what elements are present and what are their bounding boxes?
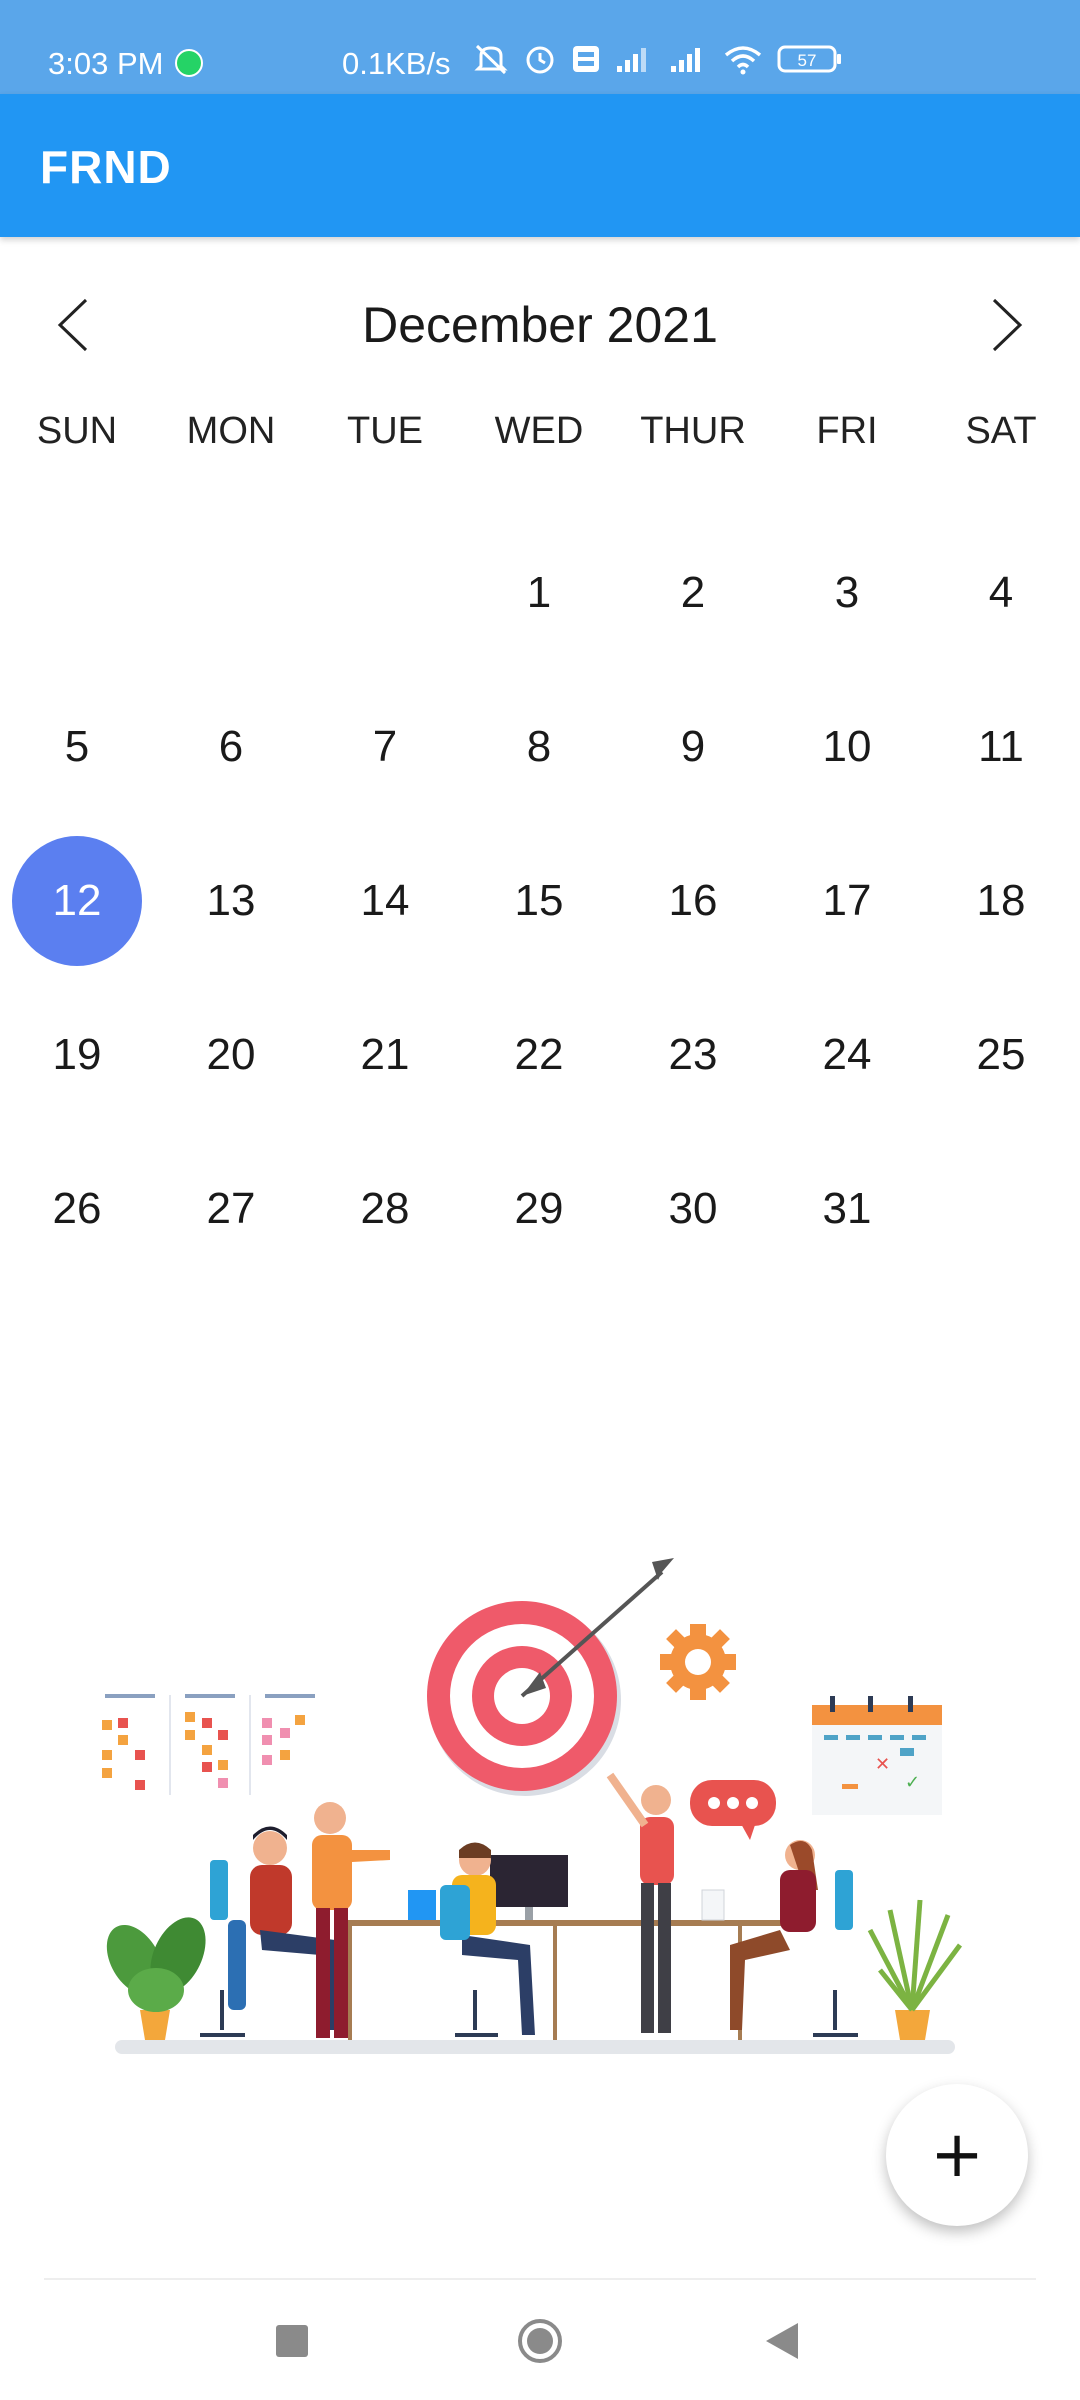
calendar-day[interactable]: 26 [12,1144,142,1274]
next-month-button[interactable] [970,290,1040,360]
speech-bubble-illustration [690,1780,776,1840]
calendar-day[interactable]: 25 [936,990,1066,1120]
calendar-day[interactable]: 28 [320,1144,450,1274]
weekday-label: MON [186,410,276,452]
calendar-day[interactable]: 17 [782,836,912,966]
calendar-day[interactable]: 2 [628,528,758,658]
gear-illustration [660,1624,736,1700]
status-icons: 57 [473,42,843,76]
calendar-day[interactable]: 5 [12,682,142,812]
back-icon [766,2323,798,2359]
calendar-day[interactable]: 15 [474,836,604,966]
svg-text:✕: ✕ [875,1754,890,1775]
calendar-day[interactable]: 3 [782,528,912,658]
status-time: 3:03 PM [48,46,164,81]
network-speed: 0.1KB/s [342,46,451,81]
alarm-icon [526,46,554,74]
calendar-day[interactable]: 8 [474,682,604,812]
home-icon [518,2319,562,2363]
svg-text:✓: ✓ [905,1772,920,1793]
plant-right-illustration [867,1899,963,2040]
battery-icon: 57 [777,45,841,73]
battery-level: 57 [798,51,817,70]
calendar-day[interactable]: 1 [474,528,604,658]
nav-divider [44,2278,1036,2280]
team-illustration: ✕ ✓ [102,1558,963,2054]
plant-left-illustration [106,1917,206,2040]
task-board-illustration [102,1694,315,1795]
whatsapp-icon [175,49,203,77]
calendar-day[interactable]: 14 [320,836,450,966]
calendar-day[interactable]: 18 [936,836,1066,966]
calendar-day[interactable]: 16 [628,836,758,966]
desk-illustration [340,1855,790,2040]
weekday-label: SUN [36,410,118,452]
signal-icon [671,48,700,72]
weekday-label: THUR [640,410,746,452]
calendar-day[interactable]: 23 [628,990,758,1120]
weekday-label: SAT [965,410,1037,452]
mute-icon [474,44,508,75]
calendar-day[interactable]: 19 [12,990,142,1120]
status-bar: 3:03 PM 0.1KB/s 57 [0,0,1080,94]
month-title: December 2021 [362,297,718,353]
calendar-day-selected[interactable]: 12 [12,836,142,966]
weekday-label: FRI [816,410,878,452]
weekday-label: TUE [347,410,423,452]
target-illustration [427,1558,674,1796]
recents-button[interactable] [257,2306,327,2376]
wifi-icon [724,46,762,75]
calendar-day[interactable]: 27 [166,1144,296,1274]
calendar-day[interactable]: 13 [166,836,296,966]
calendar-day[interactable]: 4 [936,528,1066,658]
calendar-day[interactable]: 6 [166,682,296,812]
calendar-day[interactable]: 31 [782,1144,912,1274]
calendar-day[interactable]: 30 [628,1144,758,1274]
calendar-day[interactable]: 21 [320,990,450,1120]
calendar-day[interactable]: 7 [320,682,450,812]
calendar-day[interactable]: 10 [782,682,912,812]
calendar-day[interactable]: 29 [474,1144,604,1274]
calendar-day[interactable]: 24 [782,990,912,1120]
app-title: FRND [40,141,172,193]
floor-illustration [115,2040,955,2054]
calendar-illustration: ✕ ✓ [812,1696,942,1815]
calendar-day[interactable]: 11 [936,682,1066,812]
calendar-day[interactable]: 9 [628,682,758,812]
calendar-day[interactable]: 20 [166,990,296,1120]
calendar-day[interactable]: 22 [474,990,604,1120]
back-button[interactable] [748,2306,818,2376]
signal-icon [617,48,646,72]
add-event-button[interactable]: + [886,2084,1028,2226]
recents-icon [276,2325,308,2357]
app-bar: FRND [0,94,1080,237]
weekday-header-row: SUN MON TUE WED THUR FRI SAT [0,410,1080,470]
volte-icon [573,46,599,72]
chevron-right-icon [992,298,1023,352]
weekday-label: WED [494,410,584,452]
home-button[interactable] [505,2306,575,2376]
